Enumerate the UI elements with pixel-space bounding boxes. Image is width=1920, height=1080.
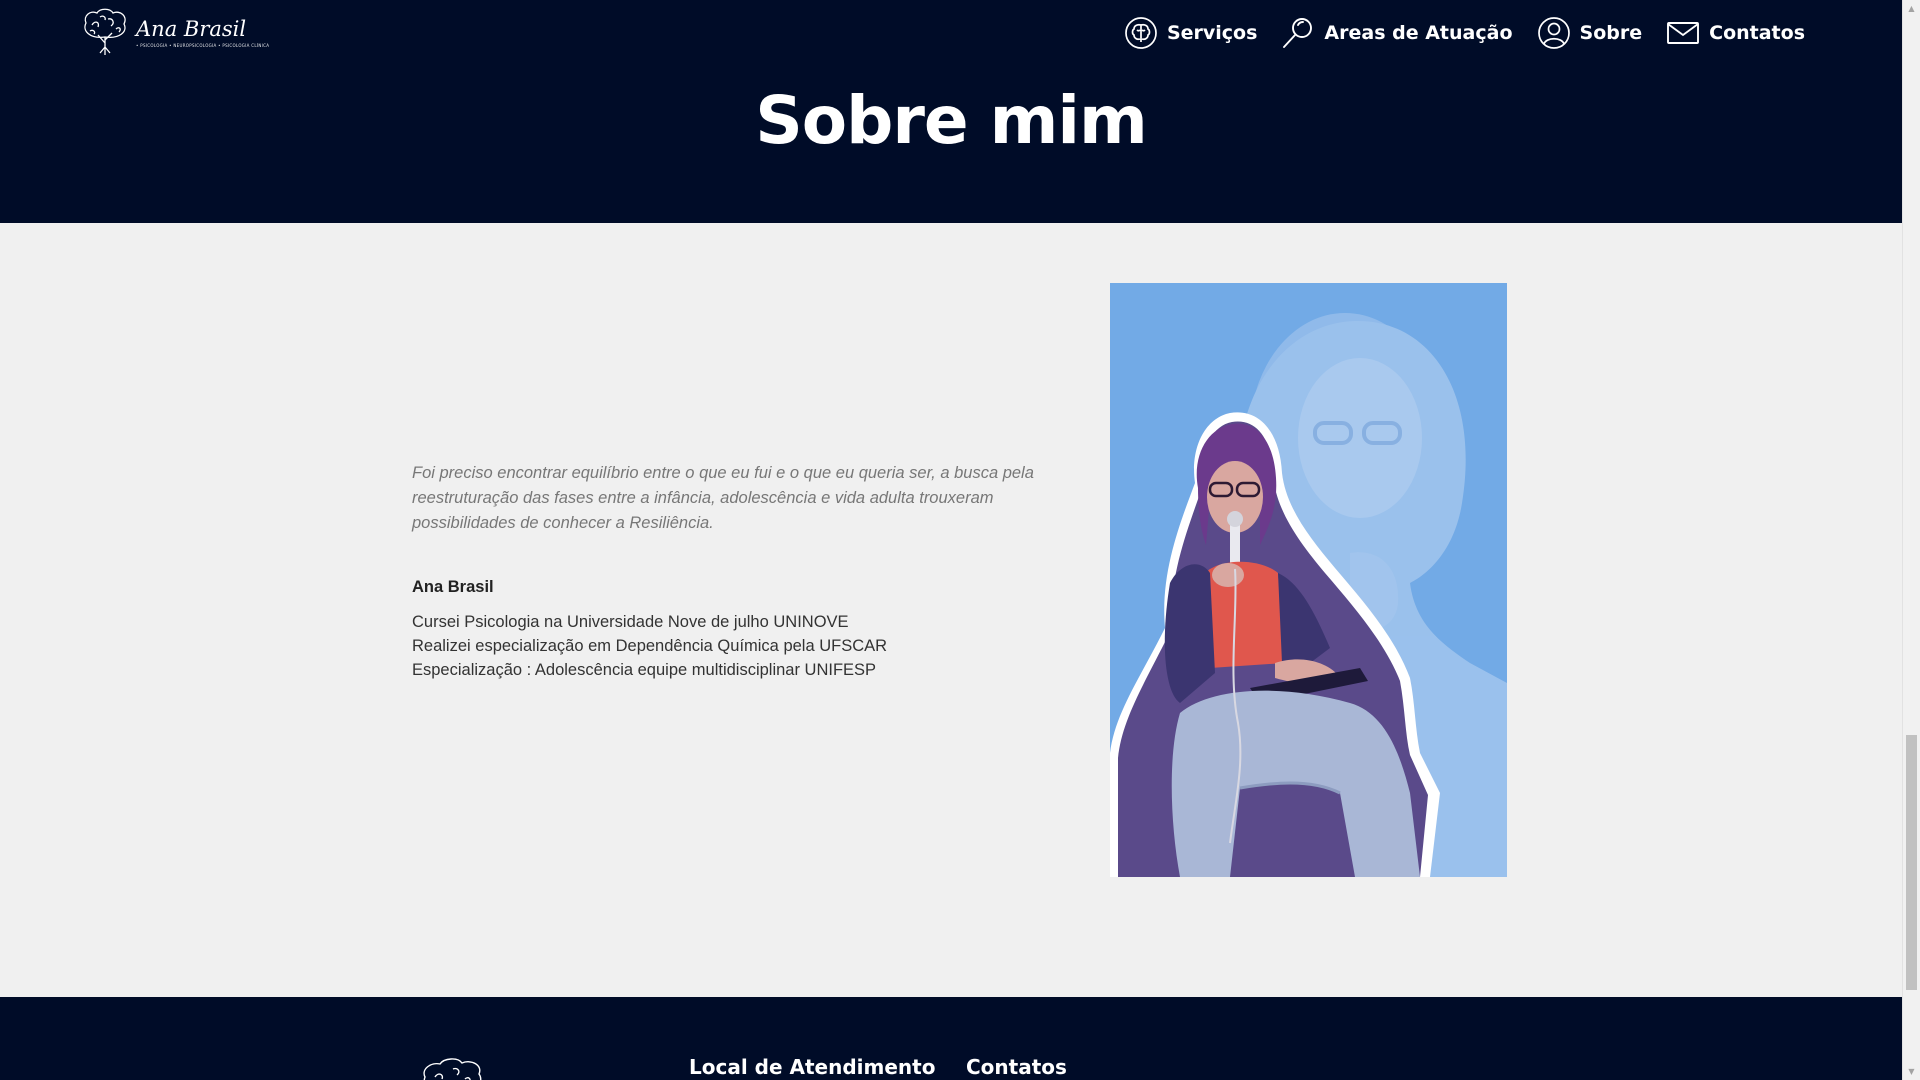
mail-icon bbox=[1667, 22, 1700, 44]
search-icon bbox=[1283, 18, 1313, 48]
page: Ana Brasil • PSICOLOGIA • NEUROPSICOLOGI… bbox=[0, 0, 1902, 1080]
about-section: Foi preciso encontrar equilíbrio entre o… bbox=[0, 223, 1902, 997]
brand-name: Ana Brasil bbox=[136, 16, 247, 41]
footer-tree-logo-icon[interactable] bbox=[413, 1055, 497, 1080]
tree-logo-icon bbox=[84, 8, 126, 55]
nav-label-contatos: Contatos bbox=[1709, 22, 1805, 44]
vertical-scrollbar[interactable]: ▲ ▼ bbox=[1902, 0, 1920, 1080]
brand-tagline: • PSICOLOGIA • NEUROPSICOLOGIA • PSICOLO… bbox=[136, 42, 270, 48]
page-title: Sobre mim bbox=[755, 82, 1148, 159]
nav-item-contatos[interactable]: Contatos bbox=[1666, 20, 1805, 46]
portrait-illustration bbox=[1110, 313, 1507, 877]
brain-icon bbox=[1125, 17, 1157, 49]
user-icon bbox=[1537, 17, 1570, 49]
credentials-list: Cursei Psicologia na Universidade Nove d… bbox=[412, 610, 887, 682]
scrollbar-thumb[interactable] bbox=[1906, 735, 1917, 990]
site-footer: Local de Atendimento Contatos bbox=[0, 997, 1902, 1080]
nav-item-sobre[interactable]: Sobre bbox=[1537, 16, 1643, 50]
brand-logo[interactable]: Ana Brasil • PSICOLOGIA • NEUROPSICOLOGI… bbox=[78, 7, 269, 57]
footer-heading-contatos: Contatos bbox=[966, 1055, 1067, 1079]
nav-label-areas: Areas de Atuação bbox=[1324, 22, 1513, 44]
credential-item: Cursei Psicologia na Universidade Nove d… bbox=[412, 613, 849, 631]
footer-heading-local: Local de Atendimento bbox=[689, 1055, 936, 1079]
nav-item-areas[interactable]: Areas de Atuação bbox=[1281, 16, 1513, 50]
nav-label-sobre: Sobre bbox=[1579, 22, 1643, 44]
brand-wordmark: Ana Brasil • PSICOLOGIA • NEUROPSICOLOGI… bbox=[136, 17, 269, 48]
author-name: Ana Brasil bbox=[412, 578, 494, 596]
credential-item: Especialização : Adolescência equipe mul… bbox=[412, 661, 877, 679]
hero-header: Ana Brasil • PSICOLOGIA • NEUROPSICOLOGI… bbox=[0, 0, 1902, 223]
main-nav: Serviços Areas de Atuação Sobre Contatos bbox=[1100, 16, 1805, 50]
scroll-up-arrow-icon[interactable]: ▲ bbox=[1903, 0, 1920, 17]
scroll-down-arrow-icon[interactable]: ▼ bbox=[1903, 1063, 1920, 1080]
credential-item: Realizei especialização em Dependência Q… bbox=[412, 637, 888, 655]
about-quote: Foi preciso encontrar equilíbrio entre o… bbox=[412, 464, 1034, 532]
nav-label-servicos: Serviços bbox=[1166, 22, 1258, 44]
portrait-photo bbox=[1110, 283, 1507, 877]
nav-item-servicos[interactable]: Serviços bbox=[1124, 16, 1257, 50]
